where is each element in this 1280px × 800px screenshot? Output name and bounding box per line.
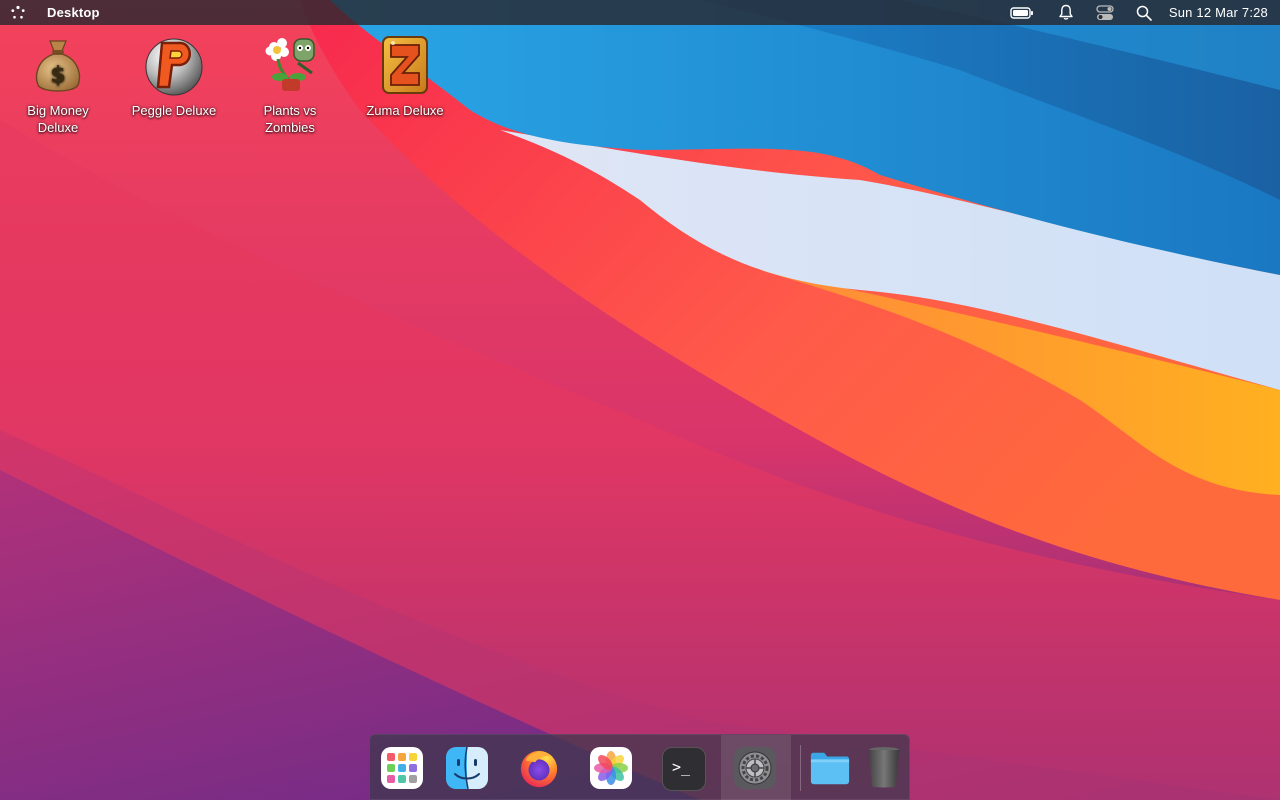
dock: >_ xyxy=(369,734,910,800)
wallpaper xyxy=(0,0,1280,800)
zuma-icon xyxy=(373,32,437,98)
battery-icon[interactable] xyxy=(1008,0,1036,25)
bell-icon[interactable] xyxy=(1056,0,1076,25)
settings-gear-icon[interactable] xyxy=(734,747,776,789)
desktop-icon-label: Peggle Deluxe xyxy=(131,103,217,118)
launchpad-icon[interactable] xyxy=(381,747,423,789)
top-menu-bar: Desktop Sun 12 Mar 7:28 xyxy=(0,0,1280,25)
plants-vs-zombies-icon xyxy=(258,32,322,98)
photos-icon[interactable] xyxy=(590,747,632,789)
desktop-screen: Desktop Sun 12 Mar 7:28 $ Big Money Delu… xyxy=(0,0,1280,800)
clock[interactable]: Sun 12 Mar 7:28 xyxy=(1169,5,1268,20)
desktop-icon-label: Plants vs Zombies xyxy=(263,103,317,135)
desktop-icon-big-money-deluxe[interactable]: $ Big Money Deluxe xyxy=(8,32,108,136)
dock-separator xyxy=(800,745,801,791)
peggle-icon xyxy=(142,32,206,98)
folder-icon[interactable] xyxy=(809,747,851,789)
active-app-title[interactable]: Desktop xyxy=(47,5,100,20)
desktop-icon-label: Zuma Deluxe xyxy=(366,103,444,118)
terminal-icon[interactable]: >_ xyxy=(662,747,706,791)
desktop-icon-label: Big Money Deluxe xyxy=(27,103,89,135)
search-icon[interactable] xyxy=(1134,0,1154,25)
money-bag-icon: $ xyxy=(26,32,90,98)
desktop-icon-peggle-deluxe[interactable]: Peggle Deluxe xyxy=(124,32,224,119)
terminal-glyph: >_ xyxy=(671,758,691,776)
desktop-icon-zuma-deluxe[interactable]: Zuma Deluxe xyxy=(355,32,455,119)
trash-icon[interactable] xyxy=(863,747,905,789)
svg-text:$: $ xyxy=(50,63,65,88)
apps-dots-icon[interactable] xyxy=(0,0,36,25)
control-center-toggle-icon[interactable] xyxy=(1094,0,1116,25)
firefox-icon[interactable] xyxy=(518,747,560,789)
desktop-icon-plants-vs-zombies[interactable]: Plants vs Zombies xyxy=(240,32,340,136)
finder-icon[interactable] xyxy=(446,747,488,789)
